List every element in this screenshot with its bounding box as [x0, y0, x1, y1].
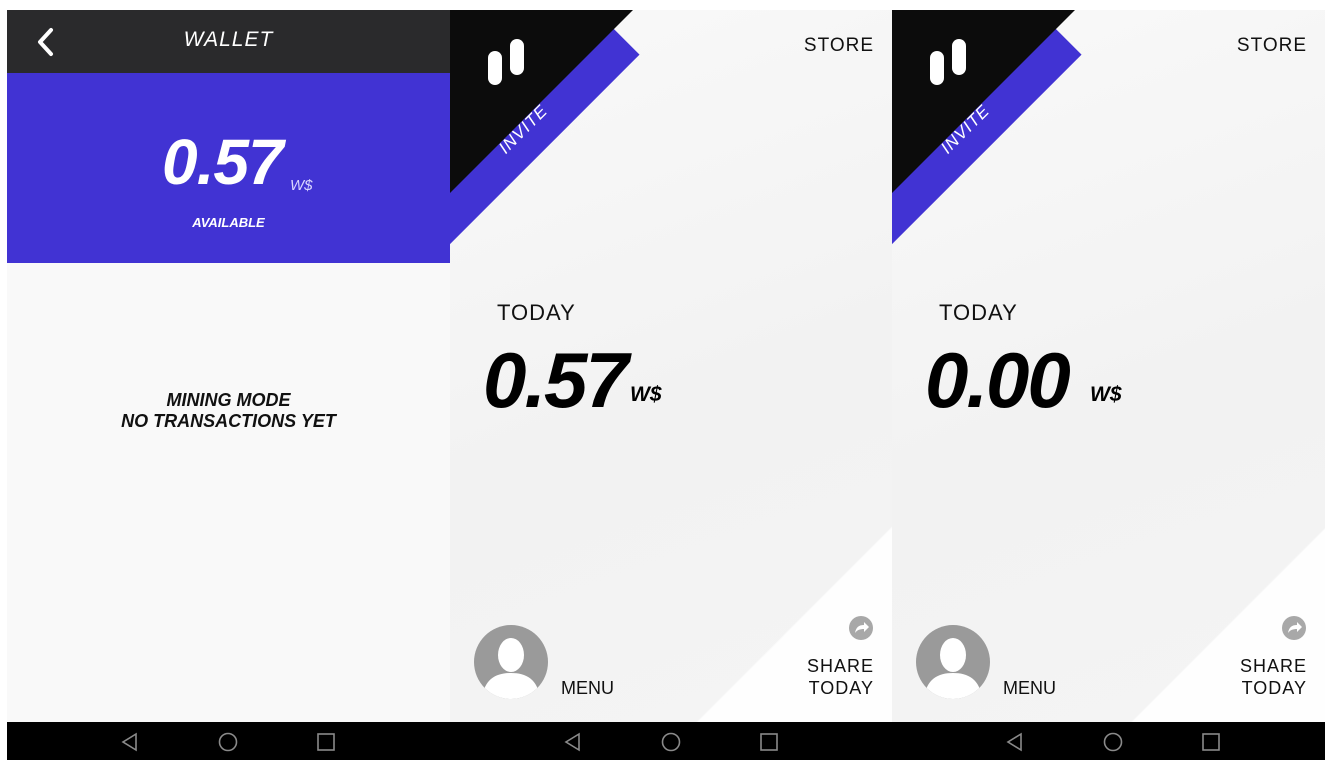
- nav-recents-icon[interactable]: [315, 731, 337, 753]
- menu-button[interactable]: MENU: [561, 678, 614, 699]
- nav-back-icon[interactable]: [562, 731, 584, 753]
- share-icon[interactable]: [848, 615, 874, 641]
- wallet-screen: WALLET 0.57 W$ AVAILABLE MINING MODE NO …: [7, 10, 450, 760]
- share-line2: TODAY: [1241, 678, 1307, 698]
- android-nav-bar: [7, 722, 450, 760]
- nav-home-icon[interactable]: [217, 731, 239, 753]
- nav-recents-icon[interactable]: [758, 731, 780, 753]
- wallet-available-label: AVAILABLE: [192, 215, 265, 230]
- today-amount: 0.00: [925, 336, 1071, 424]
- wallet-balance-amount: 0.57: [162, 126, 284, 198]
- corner-triangle: [892, 10, 1075, 193]
- share-today-button[interactable]: SHARE TODAY: [807, 655, 874, 699]
- store-link[interactable]: STORE: [804, 35, 874, 57]
- app-logo-icon: [930, 39, 966, 85]
- share-line1: SHARE: [1239, 656, 1307, 676]
- nav-back-icon[interactable]: [119, 731, 141, 753]
- wallet-balance-unit: W$: [290, 177, 313, 194]
- nav-home-icon[interactable]: [1102, 731, 1124, 753]
- store-link[interactable]: STORE: [1237, 35, 1307, 57]
- today-label: TODAY: [939, 300, 1018, 325]
- share-line2: TODAY: [808, 678, 874, 698]
- wallet-empty-message: MINING MODE NO TRANSACTIONS YET: [7, 390, 450, 432]
- today-label: TODAY: [497, 300, 576, 325]
- wallet-balance-panel: 0.57 W$ AVAILABLE: [7, 73, 450, 263]
- user-silhouette-icon: [924, 638, 982, 699]
- wallet-title: WALLET: [183, 28, 274, 51]
- menu-button[interactable]: MENU: [1003, 678, 1056, 699]
- user-silhouette-icon: [482, 638, 540, 699]
- nav-home-icon[interactable]: [660, 731, 682, 753]
- nav-back-icon[interactable]: [1004, 731, 1026, 753]
- today-unit: W$: [1090, 383, 1122, 406]
- app-logo-icon: [488, 39, 524, 85]
- nav-recents-icon[interactable]: [1200, 731, 1222, 753]
- avatar[interactable]: [474, 625, 548, 699]
- android-nav-bar: [450, 722, 892, 760]
- wallet-empty-line2: NO TRANSACTIONS YET: [121, 411, 336, 431]
- today-unit: W$: [630, 383, 662, 406]
- wallet-header: WALLET: [7, 10, 450, 73]
- wallet-empty-line1: MINING MODE: [166, 390, 291, 410]
- share-line1: SHARE: [806, 656, 874, 676]
- home-screen-2: INVITE STORE TODAY 0.00 W$ MENU SHARE TO…: [892, 10, 1325, 760]
- share-today-button[interactable]: SHARE TODAY: [1240, 655, 1307, 699]
- home-screen-1: INVITE STORE TODAY 0.57 W$ MENU SHARE TO…: [450, 10, 892, 760]
- today-amount: 0.57: [483, 336, 629, 424]
- avatar[interactable]: [916, 625, 990, 699]
- android-nav-bar: [892, 722, 1325, 760]
- corner-triangle: [450, 10, 633, 193]
- share-icon[interactable]: [1281, 615, 1307, 641]
